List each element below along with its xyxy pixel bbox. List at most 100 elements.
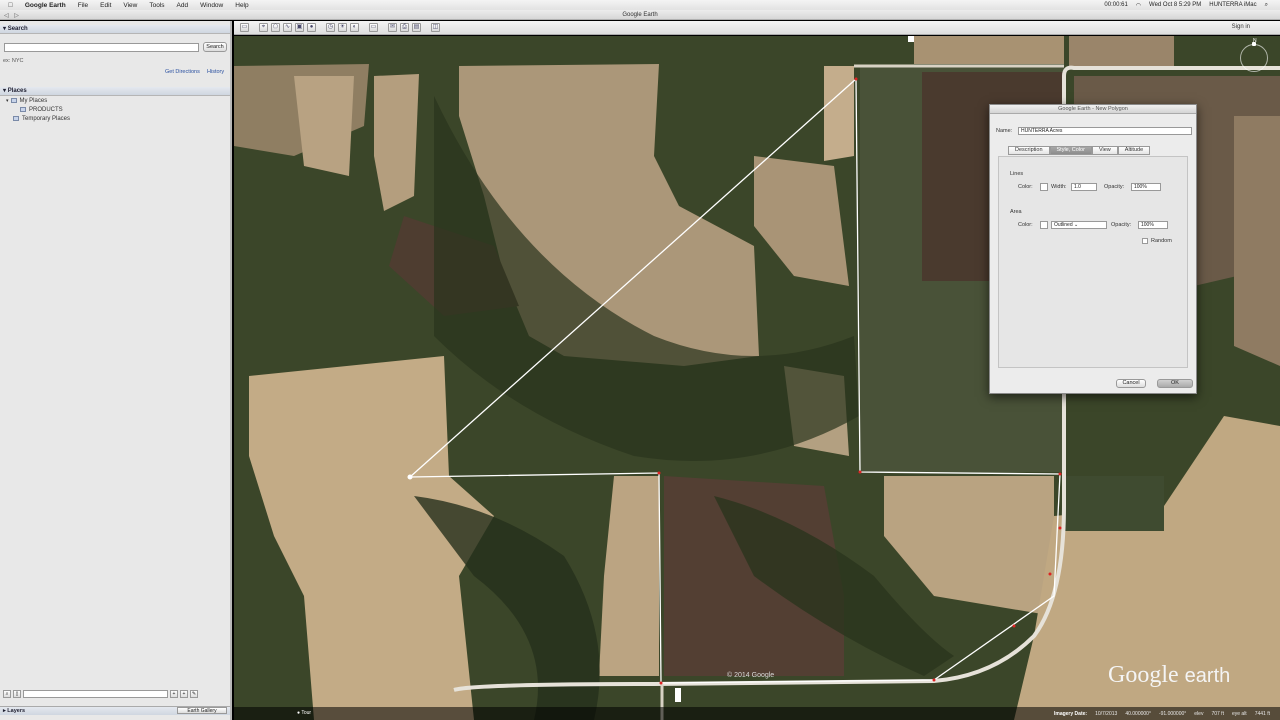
search-input[interactable]: [4, 43, 199, 52]
dialog-title: Google Earth - New Polygon: [990, 105, 1196, 114]
tab-description[interactable]: Description: [1008, 146, 1050, 155]
area-opacity-stepper[interactable]: 100%: [1138, 221, 1168, 229]
folder-icon: [13, 116, 19, 121]
menu-view[interactable]: View: [123, 2, 137, 9]
line-color-swatch[interactable]: [1040, 183, 1048, 191]
search-icon[interactable]: ⌕: [3, 690, 11, 698]
polygon-vertex[interactable]: [657, 471, 661, 475]
tree-label: PRODUCTS: [29, 106, 63, 113]
sidebar-toggle-icon[interactable]: ▭: [240, 23, 249, 32]
email-icon[interactable]: ✉: [388, 23, 397, 32]
field-green-small: [1064, 476, 1164, 531]
menu-edit[interactable]: Edit: [100, 2, 111, 9]
image-overlay-icon[interactable]: ▣: [295, 23, 304, 32]
menu-tools[interactable]: Tools: [149, 2, 164, 9]
polygon-icon[interactable]: ⬠: [271, 23, 280, 32]
menu-help[interactable]: Help: [235, 2, 248, 9]
add-icon[interactable]: +: [170, 690, 178, 698]
polygon-vertex[interactable]: [858, 470, 862, 474]
disclosure-icon[interactable]: ▾: [6, 98, 9, 104]
path-icon[interactable]: ∿: [283, 23, 292, 32]
apple-icon[interactable]: : [8, 2, 13, 9]
area-color-label: Color:: [1018, 222, 1033, 228]
google-earth-logo: Google earth: [1108, 662, 1231, 688]
toggle-icon[interactable]: ▯: [13, 690, 21, 698]
planets-icon[interactable]: ◐: [350, 23, 359, 32]
polygon-vertex[interactable]: [1058, 472, 1062, 476]
width-label: Width:: [1051, 184, 1067, 190]
maps-icon[interactable]: ◫: [431, 23, 440, 32]
wifi-icon[interactable]: ◠: [1136, 2, 1141, 9]
placemark-icon[interactable]: ⌖: [259, 23, 268, 32]
tab-view[interactable]: View: [1091, 146, 1118, 155]
compass-north-label: N: [1253, 38, 1257, 44]
cancel-button[interactable]: Cancel: [1116, 379, 1146, 388]
earth-gallery-button[interactable]: Earth Gallery: [177, 707, 227, 714]
area-color-swatch[interactable]: [1040, 221, 1048, 229]
polygon-vertex-active[interactable]: [407, 474, 413, 480]
menu-file[interactable]: File: [78, 2, 88, 9]
sign-in-link[interactable]: Sign in: [1232, 24, 1250, 30]
historical-imagery-icon[interactable]: ◷: [326, 23, 335, 32]
name-label: Name:: [996, 128, 1013, 134]
battery-status[interactable]: 00:00:61: [1104, 2, 1127, 8]
polygon-vertex[interactable]: [1048, 572, 1052, 576]
polygon-vertex[interactable]: [1058, 526, 1062, 530]
tab-altitude[interactable]: Altitude: [1117, 146, 1151, 155]
random-checkbox[interactable]: [1142, 238, 1148, 244]
search-panel: ▾ Search Search ex: NYC Get Directions H…: [0, 25, 230, 87]
print-icon[interactable]: ⎙: [400, 23, 409, 32]
polygon-vertex[interactable]: [932, 678, 936, 682]
filter-field[interactable]: [23, 690, 168, 698]
search-header[interactable]: ▾ Search: [0, 25, 230, 34]
map-marker[interactable]: [908, 36, 914, 42]
window-titlebar: ◁ ▷ Google Earth: [0, 10, 1280, 20]
sun-icon[interactable]: ☀: [338, 23, 347, 32]
tree-label: Temporary Places: [22, 115, 71, 122]
line-opacity-label: Opacity:: [1104, 184, 1125, 190]
line-opacity-stepper[interactable]: 100%: [1131, 183, 1161, 191]
tree-item-my-places[interactable]: ▾ My Places: [0, 96, 230, 105]
name-field[interactable]: HUNTERRA Acres: [1018, 127, 1192, 135]
map-toolbar: ▭ ⌖ ⬠ ∿ ▣ ● ◷ ☀ ◐ ▭ ✉ ⎙ ▤ ◫ Sign in: [234, 21, 1280, 35]
line-color-label: Color:: [1018, 184, 1033, 190]
tree-item-temporary-places[interactable]: Temporary Places: [0, 114, 230, 123]
tree-item-products[interactable]: PRODUCTS: [0, 105, 230, 114]
area-fill-select[interactable]: Outlined ⌄: [1051, 221, 1107, 229]
field-top-far-right: [1069, 36, 1174, 66]
menu-window[interactable]: Window: [200, 2, 223, 9]
field-east-edge: [1234, 116, 1280, 366]
tab-style-color[interactable]: Style, Color: [1049, 146, 1092, 155]
record-tour-icon[interactable]: ●: [307, 23, 316, 32]
user-name[interactable]: HUNTERRA iMac: [1209, 2, 1256, 8]
ok-button[interactable]: OK: [1157, 379, 1193, 388]
compass-icon[interactable]: [1240, 42, 1268, 72]
tour-button[interactable]: ● Tour: [297, 710, 311, 716]
sidebar: ▾ Search Search ex: NYC Get Directions H…: [0, 21, 232, 720]
area-section-label: Area: [1010, 209, 1022, 215]
polygon-vertex[interactable]: [854, 77, 858, 81]
save-image-icon[interactable]: ▤: [412, 23, 421, 32]
ruler-icon[interactable]: ▭: [369, 23, 378, 32]
menu-add[interactable]: Add: [177, 2, 189, 9]
width-stepper[interactable]: 1.0: [1071, 183, 1097, 191]
places-header[interactable]: ▾ Places: [0, 87, 230, 96]
search-hint: ex: NYC: [3, 58, 24, 64]
add-folder-icon[interactable]: +: [180, 690, 188, 698]
menu-app-name[interactable]: Google Earth: [25, 2, 66, 9]
polygon-vertex[interactable]: [659, 681, 663, 685]
search-button[interactable]: Search: [203, 42, 227, 52]
clock[interactable]: Wed Oct 8 5:29 PM: [1149, 2, 1201, 8]
new-polygon-dialog: Google Earth - New Polygon Name: HUNTERR…: [989, 104, 1197, 394]
imagery-date: 10/7/2013: [1095, 710, 1118, 717]
edit-icon[interactable]: ✎: [190, 690, 198, 698]
elevation-label: elev: [1194, 710, 1204, 717]
polygon-vertex[interactable]: [1012, 624, 1016, 628]
field-strip-b: [374, 74, 419, 211]
area-opacity-label: Opacity:: [1111, 222, 1132, 228]
window-title: Google Earth: [622, 12, 658, 18]
eye-altitude-label: eye alt: [1231, 710, 1247, 717]
get-directions-link[interactable]: Get Directions: [165, 69, 200, 75]
spotlight-icon[interactable]: ⌕: [1265, 2, 1268, 9]
history-link[interactable]: History: [207, 69, 224, 75]
